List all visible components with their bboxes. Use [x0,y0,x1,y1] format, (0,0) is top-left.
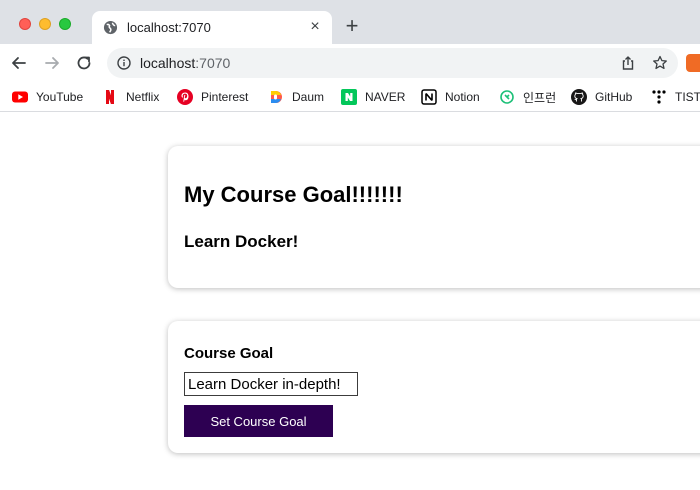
bookmark-label: Daum [292,90,325,104]
netflix-icon [106,90,114,104]
close-tab-icon[interactable]: × [307,19,323,35]
notion-icon [421,89,437,105]
url-port: :7070 [195,55,231,71]
bookmark-notion[interactable]: Notion [421,88,480,106]
bookmark-tistory[interactable]: TIST [651,88,700,106]
minimize-window-button[interactable] [39,18,51,30]
pinterest-icon [177,89,193,105]
new-tab-icon[interactable]: + [343,15,361,37]
bookmark-label: NAVER [365,90,406,104]
github-icon [571,89,587,105]
extension-icon[interactable] [686,54,700,72]
bookmarks-bar: YouTube Netflix Pinterest Daum NAVER Not… [0,82,700,112]
close-window-button[interactable] [19,18,31,30]
bookmark-label: Netflix [126,90,160,104]
youtube-icon [12,91,28,103]
course-goal-label: Course Goal [184,345,274,362]
current-goal-text: Learn Docker! [184,232,299,251]
bookmark-label: GitHub [595,90,633,104]
set-course-goal-button[interactable]: Set Course Goal [184,405,333,437]
address-bar[interactable]: localhost:7070 [107,48,678,78]
globe-icon [103,20,118,35]
browser-tab[interactable]: localhost:7070 × [92,11,332,44]
back-arrow-icon[interactable] [10,54,28,72]
bookmark-naver[interactable]: NAVER [341,88,405,106]
goal-heading: My Course Goal!!!!!!! [184,182,403,207]
bookmark-label: Pinterest [201,90,249,104]
browser-titlebar: localhost:7070 × + [0,0,700,44]
tab-title: localhost:7070 [127,20,211,35]
bookmark-label: 인프런 [523,90,557,105]
goal-form-card: Course Goal Set Course Goal [168,321,700,453]
naver-icon [341,89,357,105]
reload-icon[interactable] [75,54,93,72]
goal-card: My Course Goal!!!!!!! Learn Docker! [168,146,700,288]
bookmark-daum[interactable]: Daum [268,88,324,106]
bookmark-github[interactable]: GitHub [571,88,632,106]
bookmark-inflearn[interactable]: 인프런 [499,88,556,106]
inflearn-icon [500,90,514,104]
bookmark-netflix[interactable]: Netflix [102,88,159,106]
forward-arrow-icon[interactable] [43,54,61,72]
url-host: localhost [140,55,196,71]
share-icon[interactable] [620,55,636,71]
info-icon[interactable] [117,56,131,70]
bookmark-label: Notion [445,90,480,104]
zoom-window-button[interactable] [59,18,71,30]
address-url: localhost:7070 [140,55,230,71]
bookmark-star-icon[interactable] [652,55,668,71]
browser-toolbar: localhost:7070 [0,44,700,82]
bookmark-youtube[interactable]: YouTube [12,88,83,106]
course-goal-input[interactable] [184,372,358,396]
daum-icon [271,91,282,103]
tistory-icon [652,90,666,104]
bookmark-pinterest[interactable]: Pinterest [177,88,248,106]
bookmark-label: YouTube [36,90,84,104]
bookmark-label: TIST [675,90,700,104]
